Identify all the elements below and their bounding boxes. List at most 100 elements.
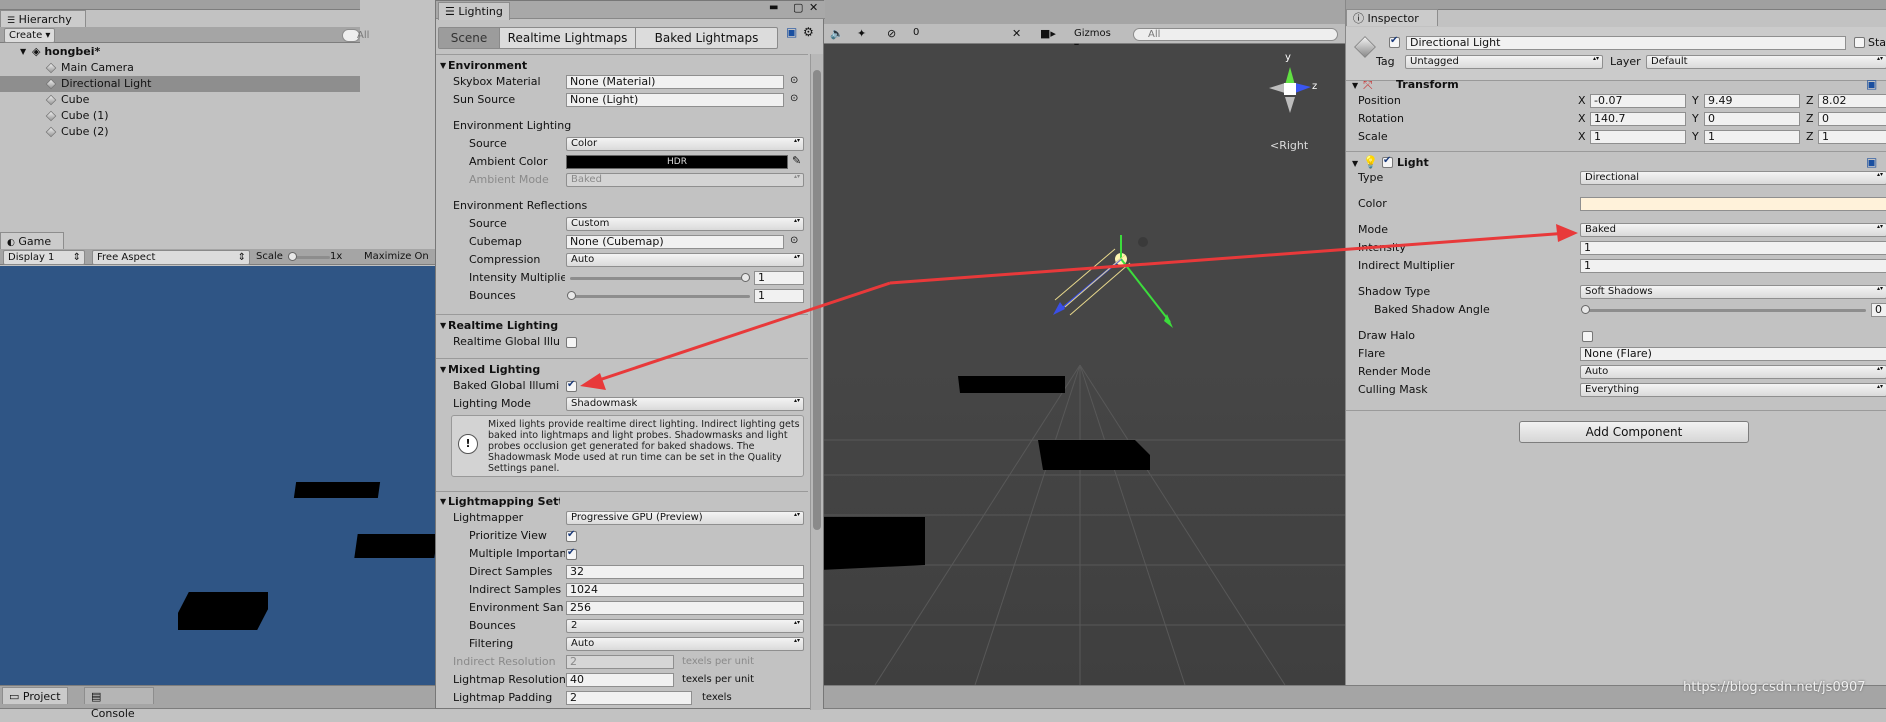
light-mode-dropdown[interactable]: Baked [1580,223,1886,237]
tab-project[interactable]: ▭ Project [2,687,68,704]
view-label[interactable]: <Right [1270,139,1308,152]
tab-game[interactable]: ◐ Game [0,232,64,249]
rotation-x-field[interactable]: 140.7 [1590,112,1686,126]
render-mode-dropdown[interactable]: Auto [1580,365,1886,379]
tab-baked-lightmaps[interactable]: Baked Lightmaps [635,28,777,48]
multiple-importance-checkbox[interactable] [566,547,577,560]
lighting-scrollbar[interactable] [810,54,823,710]
hierarchy-item-cube-2[interactable]: Cube (2) [0,124,360,140]
help-icon[interactable]: ▣ [1866,77,1877,91]
rotation-z-field[interactable]: 0 [1818,112,1886,126]
close-icon[interactable]: ✕ [809,1,818,14]
speaker-icon[interactable]: 🔈 [830,27,844,40]
indirect-multiplier-field[interactable]: 1 [1580,259,1886,273]
foldout-icon[interactable]: ▼ [1352,82,1358,90]
scene-viewport[interactable]: y z <Right [815,45,1345,685]
camera-icon[interactable]: ■▸ [1040,27,1056,40]
scale-slider-knob[interactable] [288,252,297,261]
environment-samples-field[interactable]: 256 [566,601,804,615]
hierarchy-search-input[interactable]: All [342,29,369,42]
shadow-angle-slider[interactable] [1584,309,1866,312]
bounces-field[interactable]: 1 [754,289,804,303]
realtime-lighting-header[interactable]: Realtime Lighting [448,319,558,333]
light-header[interactable]: Light [1397,156,1429,170]
ambient-color-swatch[interactable]: HDR [566,155,788,169]
eyedropper-icon[interactable]: ✎ [792,154,801,167]
effects-icon[interactable]: ✦ [857,27,866,40]
transform-header[interactable]: Transform [1396,78,1459,92]
object-picker-icon[interactable]: ⊙ [790,75,798,86]
gizmos-dropdown[interactable]: Gizmos ▾ [1070,27,1120,52]
scene-root[interactable]: ▼ ◈ hongbei* [0,44,360,60]
maximize-on-play-toggle[interactable]: Maximize On [360,250,435,265]
flare-field[interactable]: None (Flare) [1580,347,1886,361]
intensity-slider[interactable] [570,277,750,280]
sun-source-field[interactable]: None (Light) [566,93,784,107]
hierarchy-item-directional-light[interactable]: Directional Light [0,76,360,92]
intensity-field[interactable]: 1 [1580,241,1886,255]
tab-console[interactable]: ▤ Console [84,687,154,720]
scale-z-field[interactable]: 1 [1818,130,1886,144]
settings-gear-icon[interactable]: ⚙ [803,25,814,39]
object-name-field[interactable]: Directional Light [1406,36,1846,50]
game-viewport[interactable] [0,266,438,685]
tab-lighting[interactable]: ☰ Lighting [438,2,510,20]
foldout-icon[interactable]: ▼ [440,322,446,330]
help-icon[interactable]: ▣ [786,25,797,39]
display-dropdown[interactable]: Display 1 ⇕ [3,250,85,265]
bounces-slider-knob[interactable] [567,291,576,300]
lm-bounces-dropdown[interactable]: 2 [566,619,804,633]
realtime-gi-checkbox[interactable] [566,337,577,348]
position-x-field[interactable]: -0.07 [1590,94,1686,108]
tab-realtime-lightmaps[interactable]: Realtime Lightmaps [499,28,635,48]
position-y-field[interactable]: 9.49 [1704,94,1800,108]
mixed-lighting-header[interactable]: Mixed Lighting [448,363,540,377]
environment-header[interactable]: Environment [448,59,527,73]
foldout-icon[interactable]: ▼ [1352,160,1358,168]
hierarchy-item-cube-1[interactable]: Cube (1) [0,108,360,124]
tab-inspector[interactable]: ⓘ Inspector [1346,9,1438,26]
skybox-field[interactable]: None (Material) [566,75,784,89]
tab-hierarchy[interactable]: ☰ Hierarchy [0,10,86,27]
position-z-field[interactable]: 8.02 [1818,94,1886,108]
foldout-icon[interactable]: ▼ [440,498,446,506]
expand-icon[interactable]: ▼ [20,48,26,56]
baked-gi-checkbox[interactable] [566,379,577,392]
maximize-icon[interactable]: ▢ [793,1,803,14]
env-source-dropdown[interactable]: Color [566,137,804,151]
prioritize-view-checkbox[interactable] [566,529,577,542]
tab-scene[interactable]: Scene [439,28,499,48]
object-picker-icon[interactable]: ⊙ [790,93,798,104]
light-enabled-checbox[interactable] [1382,155,1393,168]
aspect-dropdown[interactable]: Free Aspect ⇕ [92,250,250,265]
orientation-gizmo[interactable]: y z <Right [1215,52,1317,167]
directional-light-gizmo[interactable] [1053,235,1173,328]
reflection-source-dropdown[interactable]: Custom [566,217,804,231]
tag-dropdown[interactable]: Untagged [1405,55,1603,69]
bounces-slider[interactable] [570,295,750,298]
direct-samples-field[interactable]: 32 [566,565,804,579]
active-checkbox[interactable] [1389,35,1400,48]
shadow-angle-field[interactable]: 0 [1871,303,1886,317]
indirect-samples-field[interactable]: 1024 [566,583,804,597]
tools-icon[interactable]: ✕ [1012,27,1021,40]
static-checkbox[interactable] [1854,37,1865,48]
lightmapping-header[interactable]: Lightmapping Settin [448,495,560,509]
object-picker-icon[interactable]: ⊙ [790,235,798,246]
lightmap-resolution-field[interactable]: 40 [566,673,674,687]
scale-x-field[interactable]: 1 [1590,130,1686,144]
hierarchy-item-cube[interactable]: Cube [0,92,360,108]
create-button[interactable]: Create ▾ [4,28,56,43]
cubemap-field[interactable]: None (Cubemap) [566,235,784,249]
scale-y-field[interactable]: 1 [1704,130,1800,144]
culling-mask-dropdown[interactable]: Everything [1580,383,1886,397]
draw-halo-checkbox[interactable] [1582,331,1593,342]
scene-search-input[interactable]: All [1133,28,1338,41]
visibility-icon[interactable]: ⊘ [887,27,896,40]
help-icon[interactable]: ▣ [1866,155,1877,169]
light-type-dropdown[interactable]: Directional [1580,171,1886,185]
light-color-swatch[interactable] [1580,197,1886,211]
layer-dropdown[interactable]: Default [1646,55,1886,69]
lighting-mode-dropdown[interactable]: Shadowmask [566,397,804,411]
rotation-y-field[interactable]: 0 [1704,112,1800,126]
